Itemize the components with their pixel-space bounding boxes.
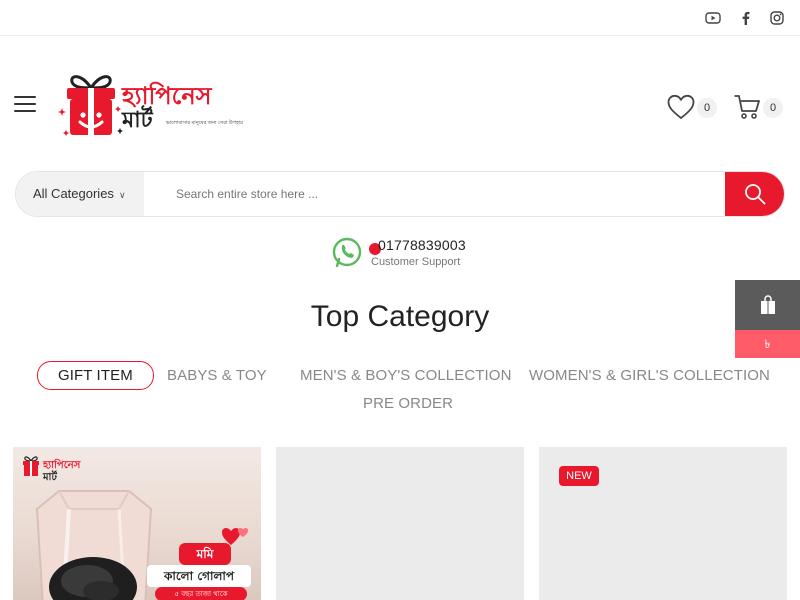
product-tagline-strip: ৫ বছর তাজা থাকে <box>155 587 247 600</box>
support-phone-number[interactable]: 01778839003 <box>378 237 466 253</box>
support-label: Customer Support <box>371 256 461 268</box>
product-subtitle: কালো গোলাপ <box>147 565 251 587</box>
wishlist-count-badge: 0 <box>697 98 717 118</box>
logo-text-line1: হ্যাপিনেস <box>122 82 212 110</box>
tab-womens-girls-collection[interactable]: WOMEN'S & GIRL'S COLLECTION <box>529 367 770 384</box>
search-bar: All Categories ∨ <box>15 171 785 217</box>
search-icon <box>744 184 765 205</box>
new-badge: NEW <box>559 466 599 486</box>
section-title: Top Category <box>310 300 490 333</box>
floating-cart-total: ৳ <box>735 330 800 358</box>
gift-box-logo-icon <box>23 456 39 476</box>
whatsapp-phone-icon[interactable] <box>331 237 363 269</box>
site-logo[interactable]: হ্যাপিনেস মার্ট ভালোবাসার মানুষের জন্য স… <box>58 68 243 140</box>
product-logo-line2: মার্ট <box>43 472 57 483</box>
tab-babys-toy[interactable]: BABYS & TOY <box>167 367 267 384</box>
tab-pre-order[interactable]: PRE ORDER <box>363 395 453 412</box>
wishlist-heart-icon[interactable] <box>667 94 695 120</box>
gift-box-logo-icon <box>58 75 123 136</box>
product-card[interactable]: হ্যাপিনেস মার্ট মমি কালো গোলাপ ৫ বছর তাজ… <box>13 447 261 600</box>
logo-tagline: ভালোবাসার মানুষের জন্য সেরা উপহার <box>166 120 243 126</box>
youtube-icon[interactable] <box>705 10 721 26</box>
hamburger-menu-icon[interactable] <box>14 96 36 112</box>
chevron-down-icon: ∨ <box>118 190 126 200</box>
product-title-badge: মমি <box>179 543 231 565</box>
facebook-icon[interactable] <box>738 10 754 26</box>
product-card[interactable] <box>276 447 524 600</box>
glass-dome-rose-image <box>35 490 153 600</box>
instagram-icon[interactable] <box>769 10 785 26</box>
search-button[interactable] <box>725 172 784 216</box>
category-dropdown-label: All Categories <box>33 186 114 201</box>
search-input[interactable] <box>162 172 722 216</box>
product-card[interactable]: NEW <box>539 447 787 600</box>
tab-gift-item[interactable]: GIFT ITEM <box>37 361 154 390</box>
cart-icon[interactable] <box>733 94 761 120</box>
cart-count-badge: 0 <box>763 98 783 118</box>
category-dropdown[interactable]: All Categories ∨ <box>16 172 144 216</box>
top-bar <box>0 0 800 36</box>
tab-mens-boys-collection[interactable]: MEN'S & BOY'S COLLECTION <box>300 367 512 384</box>
logo-text-line2: মার্ট <box>122 108 153 133</box>
